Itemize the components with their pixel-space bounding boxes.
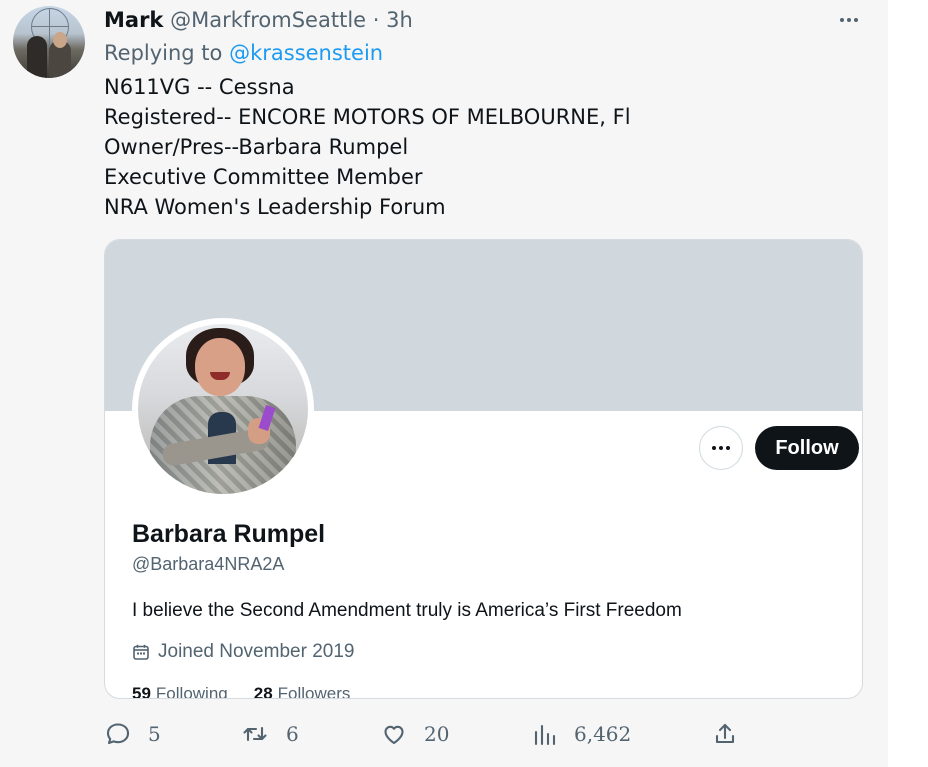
analytics-icon [532, 720, 558, 748]
joined-text: Joined November 2019 [158, 641, 355, 662]
dot-icon [712, 446, 716, 450]
avatar-face-shape [53, 32, 67, 48]
dot-icon [854, 18, 858, 22]
profile-photo [138, 324, 308, 494]
dot-icon [847, 18, 851, 22]
profile-handle[interactable]: @Barbara4NRA2A [132, 553, 284, 575]
author-name[interactable]: Mark [104, 8, 163, 32]
share-button[interactable] [711, 716, 739, 752]
follow-button[interactable]: Follow [755, 426, 859, 470]
profile-avatar[interactable] [132, 318, 314, 500]
replying-to-line: Replying to @krassenstein [104, 40, 383, 66]
tweet-text-line: N611VG -- Cessna [104, 75, 295, 99]
profile-name[interactable]: Barbara Rumpel [132, 519, 325, 549]
retweet-icon [240, 720, 270, 748]
dot-icon [726, 446, 730, 450]
tweet-text-line: Executive Committee Member [104, 165, 423, 189]
reply-icon [104, 720, 132, 748]
profile-card[interactable]: Follow Barbara Rumpel @Barbara4NRA2A I b… [104, 239, 863, 699]
views-button[interactable]: 6,462 [532, 716, 631, 752]
retweet-button[interactable]: 6 [240, 716, 299, 752]
profile-more-button[interactable] [699, 426, 743, 470]
tweet-text: N611VG -- Cessna Registered-- ENCORE MOT… [104, 72, 631, 222]
followers-label: Followers [277, 684, 351, 699]
following-count: 59 [132, 684, 151, 699]
reply-button[interactable]: 5 [104, 716, 161, 752]
heart-icon [380, 720, 408, 748]
retweet-count: 6 [286, 722, 299, 746]
header-separator: · [372, 8, 380, 32]
calendar-icon [132, 643, 150, 661]
tweet-text-line: Registered-- ENCORE MOTORS OF MELBOURNE,… [104, 105, 631, 129]
tweet-text-line: NRA Women's Leadership Forum [104, 195, 446, 219]
following-label: Following [155, 684, 228, 699]
tweet-text-line: Owner/Pres--Barbara Rumpel [104, 135, 409, 159]
replying-mention-link[interactable]: @krassenstein [229, 41, 383, 65]
page-side-panel [888, 0, 928, 767]
tweet-time[interactable]: 3h [386, 8, 413, 32]
reply-count: 5 [148, 722, 161, 746]
photo-face-shape [195, 338, 245, 396]
views-count: 6,462 [574, 722, 632, 746]
profile-bio: I believe the Second Amendment truly is … [132, 600, 682, 621]
profile-stats: 59 Following 28 Followers [132, 684, 351, 699]
more-horizontal-icon[interactable] [835, 8, 863, 32]
following-stat[interactable]: 59 Following [132, 684, 228, 699]
like-button[interactable]: 20 [380, 716, 449, 752]
author-handle[interactable]: @MarkfromSeattle [170, 8, 366, 32]
tweet: Mark @MarkfromSeattle · 3h Replying to @… [0, 0, 888, 767]
followers-count: 28 [253, 684, 273, 699]
tweet-header: Mark @MarkfromSeattle · 3h [104, 7, 413, 33]
replying-label: Replying to [104, 41, 223, 65]
followers-stat[interactable]: 28 Followers [253, 684, 351, 699]
share-icon [711, 720, 739, 748]
author-avatar[interactable] [13, 6, 85, 78]
dot-icon [840, 18, 844, 22]
joined-date: Joined November 2019 [132, 640, 354, 664]
avatar-person-shape [27, 36, 47, 78]
dot-icon [719, 446, 723, 450]
like-count: 20 [424, 722, 450, 746]
